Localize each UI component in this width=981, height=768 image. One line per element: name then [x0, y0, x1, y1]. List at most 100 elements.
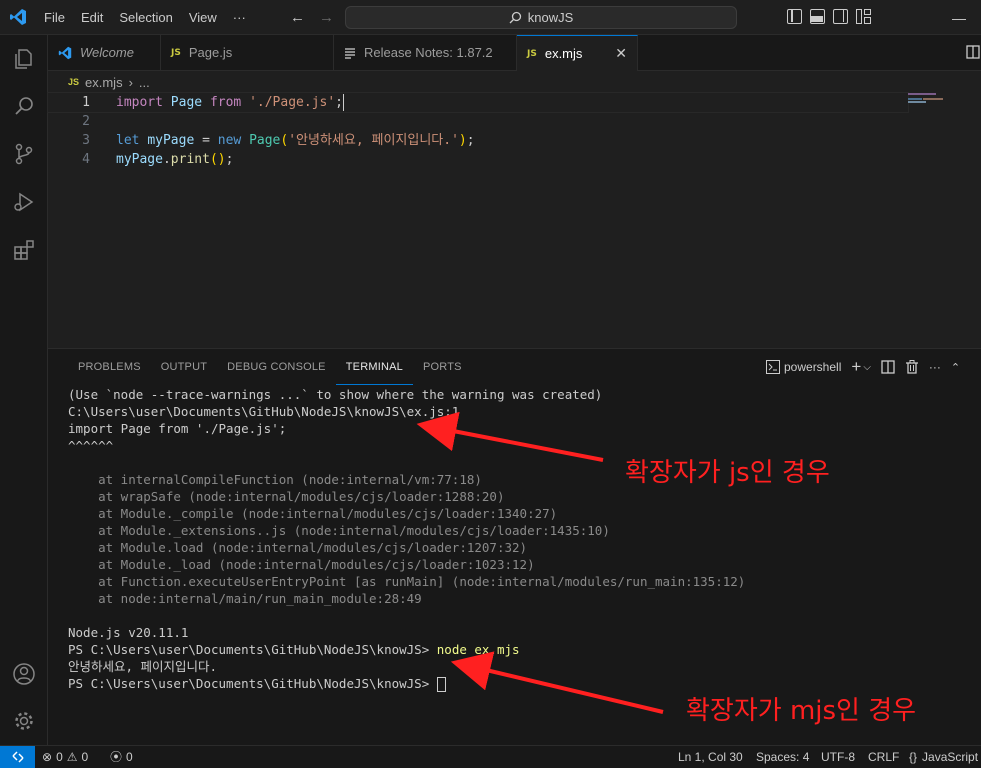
- extensions-icon[interactable]: [0, 226, 48, 274]
- toggle-secondary-sidebar-icon[interactable]: [833, 9, 848, 24]
- trash-icon[interactable]: [905, 360, 919, 374]
- terminal-line: Node.js v20.11.1: [68, 625, 189, 640]
- status-bar: ⊗ 0 ⚠ 0 ⦿ 0 Ln 1, Col 30 Spaces: 4 UTF-8…: [0, 745, 981, 768]
- manage-gear-icon[interactable]: [0, 697, 48, 745]
- identifier: myPage: [147, 133, 195, 148]
- tab-problems[interactable]: PROBLEMS: [68, 349, 151, 385]
- encoding[interactable]: UTF-8: [821, 746, 855, 768]
- problems-indicator[interactable]: ⊗ 0 ⚠ 0: [42, 746, 88, 768]
- forward-arrow-icon[interactable]: →: [319, 9, 334, 26]
- menu-edit[interactable]: Edit: [73, 0, 111, 35]
- tab-page-js[interactable]: JS Page.js: [161, 35, 334, 70]
- breadcrumb-file[interactable]: ex.mjs: [85, 75, 123, 90]
- terminal-shell-name[interactable]: powershell: [784, 360, 841, 374]
- prompt: PS C:\Users\user\Documents\GitHub\NodeJS…: [68, 676, 437, 691]
- minimize-button[interactable]: —: [937, 0, 981, 35]
- close-icon[interactable]: ✕: [615, 45, 627, 62]
- string-literal: '안녕하세요, 페이지입니다.': [288, 133, 459, 148]
- function-name: print: [170, 152, 210, 167]
- identifier: myPage: [116, 152, 163, 167]
- tab-label: Page.js: [188, 45, 233, 60]
- terminal-line: PS C:\Users\user\Documents\GitHub\NodeJS…: [68, 641, 968, 658]
- breadcrumb-more[interactable]: ...: [139, 75, 150, 90]
- terminal-line: at Module.load (node:internal/modules/cj…: [68, 540, 528, 555]
- line-number: 3: [82, 133, 90, 148]
- braces-icon: {}: [909, 750, 918, 764]
- chevron-right-icon: ›: [128, 74, 133, 90]
- bracket: ): [458, 133, 467, 148]
- toggle-sidebar-icon[interactable]: [787, 9, 802, 24]
- bracket: (): [209, 152, 226, 167]
- tab-label: ex.mjs: [544, 46, 583, 61]
- text-cursor: [343, 94, 344, 111]
- account-icon[interactable]: [0, 650, 48, 698]
- code-editor[interactable]: 1 import Page from './Page.js'; 2 3 let …: [47, 92, 981, 348]
- back-arrow-icon[interactable]: ←: [290, 9, 305, 26]
- keyword: new: [217, 133, 242, 148]
- ports-indicator[interactable]: ⦿ 0: [110, 746, 133, 768]
- broadcast-icon: ⦿: [110, 750, 123, 764]
- js-file-icon: JS: [171, 47, 181, 58]
- remote-indicator-icon[interactable]: [0, 746, 35, 768]
- tab-label: Release Notes: 1.87.2: [364, 45, 493, 60]
- tab-welcome[interactable]: Welcome: [48, 35, 161, 70]
- tab-ex-mjs[interactable]: JS ex.mjs ✕: [517, 35, 638, 71]
- tab-ports[interactable]: PORTS: [413, 349, 472, 385]
- source-control-icon[interactable]: [0, 130, 48, 178]
- prompt: PS C:\Users\user\Documents\GitHub\NodeJS…: [68, 642, 437, 657]
- code-line: 3 let myPage = new Page('안녕하세요, 페이지입니다.'…: [48, 131, 908, 150]
- js-file-icon: JS: [527, 48, 537, 59]
- terminal-line: at Module._extensions..js (node:internal…: [68, 523, 610, 538]
- search-icon: [509, 11, 521, 24]
- split-editor-icon[interactable]: [966, 45, 980, 62]
- activity-bar: [0, 35, 48, 745]
- terminal-line: at internalCompileFunction (node:interna…: [68, 472, 482, 487]
- split-terminal-icon[interactable]: [881, 360, 895, 374]
- command-center-search[interactable]: knowJS: [345, 6, 737, 29]
- customize-layout-icon[interactable]: [856, 9, 871, 24]
- more-actions-icon[interactable]: ···: [929, 360, 941, 374]
- terminal-line: at Module._compile (node:internal/module…: [68, 506, 558, 521]
- keyword: from: [209, 95, 242, 110]
- minimap[interactable]: [908, 93, 968, 123]
- terminal-line: at wrapSafe (node:internal/modules/cjs/l…: [68, 489, 505, 504]
- identifier: Page: [170, 95, 203, 110]
- line-ending[interactable]: CRLF: [868, 746, 899, 768]
- breadcrumb: JS ex.mjs › ...: [48, 71, 150, 93]
- terminal-output[interactable]: (Use `node --trace-warnings ...` to show…: [68, 386, 968, 692]
- tab-debug-console[interactable]: DEBUG CONSOLE: [217, 349, 336, 385]
- annotation-mjs-case: 확장자가 mjs인 경우: [686, 696, 917, 726]
- indentation[interactable]: Spaces: 4: [756, 746, 809, 768]
- warning-icon: ⚠: [66, 750, 78, 764]
- maximize-panel-icon[interactable]: ⌃: [951, 361, 960, 374]
- search-sidebar-icon[interactable]: [0, 82, 48, 130]
- cursor-position[interactable]: Ln 1, Col 30: [678, 746, 743, 768]
- menu-file[interactable]: File: [36, 0, 73, 35]
- punctuation: ;: [466, 133, 475, 148]
- language-mode[interactable]: {} JavaScript: [909, 746, 978, 768]
- tab-output[interactable]: OUTPUT: [151, 349, 217, 385]
- vscode-logo-icon: [0, 0, 36, 35]
- toggle-panel-icon[interactable]: [810, 9, 825, 24]
- new-terminal-plus-icon[interactable]: +: [851, 357, 861, 377]
- line-number: 4: [82, 152, 90, 167]
- chevron-down-icon[interactable]: ⌵: [863, 362, 871, 373]
- terminal-line: import Page from './Page.js';: [68, 421, 287, 436]
- error-icon: ⊗: [42, 750, 53, 764]
- terminal-line: ^^^^^^: [68, 438, 114, 453]
- terminal-cursor: [436, 677, 446, 692]
- explorer-icon[interactable]: [0, 35, 48, 83]
- run-debug-icon[interactable]: [0, 178, 48, 226]
- menu-more[interactable]: ···: [225, 0, 254, 35]
- tab-release-notes[interactable]: Release Notes: 1.87.2: [334, 35, 517, 70]
- operator: =: [202, 133, 210, 148]
- punctuation: ;: [335, 95, 343, 110]
- keyword: let: [116, 133, 140, 148]
- code-line: 1 import Page from './Page.js';: [47, 92, 909, 113]
- tab-terminal[interactable]: TERMINAL: [335, 349, 413, 385]
- terminal-line: C:\Users\user\Documents\GitHub\NodeJS\kn…: [68, 404, 460, 419]
- menu-selection[interactable]: Selection: [111, 0, 180, 35]
- menu-view[interactable]: View: [181, 0, 225, 35]
- ports-count: 0: [126, 750, 133, 764]
- vscode-icon: [58, 46, 72, 59]
